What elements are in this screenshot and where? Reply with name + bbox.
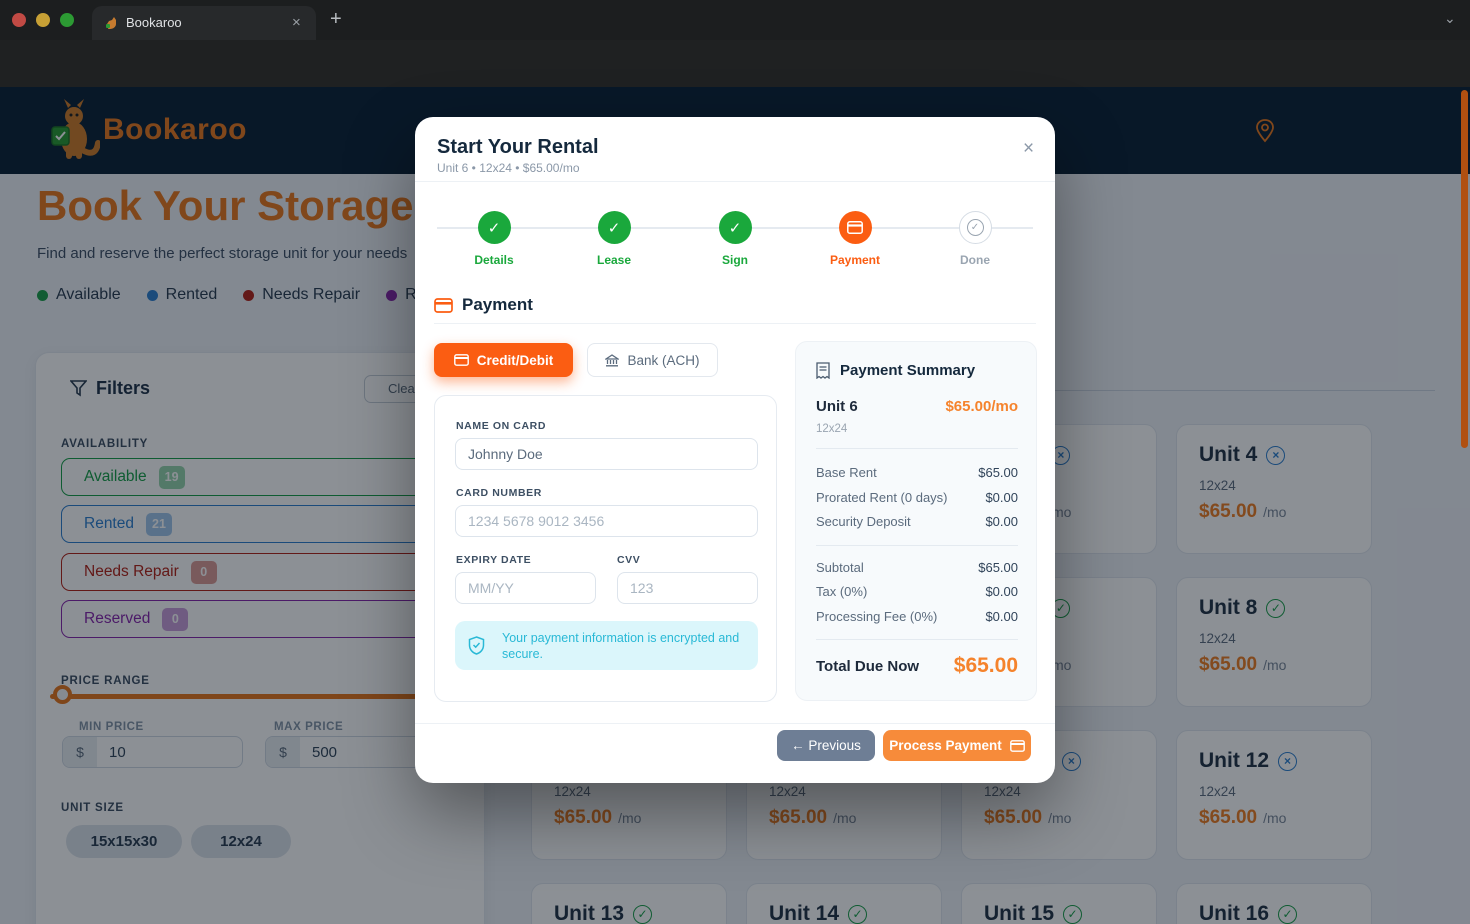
step-details[interactable]: ✓ Details bbox=[449, 211, 539, 267]
summary-row: Subtotal $65.00 bbox=[816, 560, 1018, 575]
summary-row-value: $0.00 bbox=[985, 490, 1018, 505]
receipt-icon bbox=[816, 362, 830, 379]
summary-total-row: Total Due Now $65.00 bbox=[816, 654, 1018, 678]
summary-row-label: Tax (0%) bbox=[816, 584, 868, 599]
credit-card-icon bbox=[434, 297, 453, 313]
expiry-date-label: EXPIRY DATE bbox=[456, 554, 532, 566]
page-scrollbar[interactable] bbox=[1461, 90, 1468, 448]
new-tab-button[interactable]: + bbox=[330, 8, 342, 31]
tab-title: Bookaroo bbox=[126, 15, 182, 30]
summary-row-value: $0.00 bbox=[985, 584, 1018, 599]
summary-row-value: $65.00 bbox=[978, 465, 1018, 480]
pending-check-icon: ✓ bbox=[958, 211, 992, 244]
summary-row-value: $0.00 bbox=[985, 609, 1018, 624]
window-close-button[interactable] bbox=[12, 13, 26, 27]
previous-button[interactable]: ← Previous bbox=[777, 730, 875, 761]
summary-unit-rate: $65.00/mo bbox=[945, 398, 1018, 415]
browser-tabstrip: Bookaroo × + ⌄ bbox=[0, 0, 1470, 40]
method-label: Credit/Debit bbox=[476, 352, 554, 368]
summary-unit-row: Unit 6 $65.00/mo bbox=[816, 398, 1018, 415]
total-due-value: $65.00 bbox=[953, 654, 1018, 677]
card-form: NAME ON CARD CARD NUMBER EXPIRY DATE CVV… bbox=[434, 395, 777, 702]
cvv-input[interactable] bbox=[617, 572, 758, 604]
expiry-date-input[interactable] bbox=[455, 572, 596, 604]
tab-close-icon[interactable]: × bbox=[292, 14, 301, 31]
divider bbox=[816, 448, 1018, 449]
summary-unit-size: 12x24 bbox=[816, 423, 848, 435]
payment-section-title: Payment bbox=[462, 295, 533, 314]
tab-favicon-kangaroo bbox=[106, 17, 116, 29]
method-credit-debit-button[interactable]: Credit/Debit bbox=[434, 343, 573, 377]
step-check-icon: ✓ bbox=[718, 211, 752, 244]
cvv-label: CVV bbox=[617, 554, 641, 566]
summary-row-value: $0.00 bbox=[985, 514, 1018, 529]
window-minimize-button[interactable] bbox=[36, 13, 50, 27]
divider bbox=[816, 639, 1018, 640]
step-label: Lease bbox=[596, 253, 632, 267]
credit-card-icon bbox=[1009, 739, 1025, 752]
summary-row-value: $65.00 bbox=[978, 560, 1018, 575]
secure-note: Your payment information is encrypted an… bbox=[455, 621, 758, 670]
payment-summary-panel: Payment Summary Unit 6 $65.00/mo 12x24 B… bbox=[795, 341, 1037, 701]
step-label: Payment bbox=[829, 253, 881, 267]
modal-title: Start Your Rental bbox=[437, 136, 599, 158]
payment-summary-heading: Payment Summary bbox=[816, 362, 975, 379]
summary-row-label: Base Rent bbox=[816, 465, 877, 480]
summary-row-label: Security Deposit bbox=[816, 514, 911, 529]
step-label: Details bbox=[474, 253, 514, 267]
divider bbox=[415, 723, 1055, 724]
step-check-icon: ✓ bbox=[597, 211, 631, 244]
step-done[interactable]: ✓ Done bbox=[930, 211, 1020, 267]
browser-toolbar: ← → ↻ ⓘ ☆ F ⋮ bbox=[0, 40, 1470, 121]
step-label: Sign bbox=[722, 253, 748, 267]
summary-row-label: Subtotal bbox=[816, 560, 864, 575]
step-check-icon: ✓ bbox=[477, 211, 511, 244]
divider bbox=[816, 545, 1018, 546]
summary-row: Processing Fee (0%) $0.00 bbox=[816, 609, 1018, 624]
summary-row: Base Rent $65.00 bbox=[816, 465, 1018, 480]
tab-search-chevron-icon[interactable]: ⌄ bbox=[1444, 10, 1456, 27]
screen: Bookaroo × + ⌄ ← → ↻ ⓘ ☆ F ⋮ bbox=[0, 0, 1470, 924]
step-payment[interactable]: Payment bbox=[810, 211, 900, 267]
payment-summary-title: Payment Summary bbox=[840, 362, 976, 379]
step-lease[interactable]: ✓ Lease bbox=[569, 211, 659, 267]
modal-subtitle: Unit 6 • 12x24 • $65.00/mo bbox=[437, 161, 580, 175]
step-sign[interactable]: ✓ Sign bbox=[690, 211, 780, 267]
bank-icon bbox=[605, 353, 620, 366]
summary-row: Security Deposit $0.00 bbox=[816, 514, 1018, 529]
summary-row-label: Prorated Rent (0 days) bbox=[816, 490, 948, 505]
window-maximize-button[interactable] bbox=[60, 13, 74, 27]
summary-row: Tax (0%) $0.00 bbox=[816, 584, 1018, 599]
previous-label: ← Previous bbox=[791, 738, 861, 753]
divider bbox=[434, 323, 1036, 324]
total-due-label: Total Due Now bbox=[816, 657, 920, 675]
card-number-label: CARD NUMBER bbox=[456, 487, 542, 499]
step-label: Done bbox=[960, 253, 990, 267]
method-bank-ach-button[interactable]: Bank (ACH) bbox=[587, 343, 718, 377]
process-payment-button[interactable]: Process Payment bbox=[883, 730, 1031, 761]
divider bbox=[415, 181, 1055, 182]
name-on-card-input[interactable] bbox=[455, 438, 758, 470]
card-number-input[interactable] bbox=[455, 505, 758, 537]
process-payment-label: Process Payment bbox=[889, 738, 1002, 753]
secure-note-text: Your payment information is encrypted an… bbox=[502, 631, 740, 661]
summary-row-label: Processing Fee (0%) bbox=[816, 609, 938, 624]
start-rental-modal: Start Your Rental Unit 6 • 12x24 • $65.0… bbox=[415, 117, 1055, 783]
credit-card-icon bbox=[453, 354, 469, 366]
summary-unit-name: Unit 6 bbox=[816, 398, 858, 415]
name-on-card-label: NAME ON CARD bbox=[456, 420, 547, 432]
summary-row: Prorated Rent (0 days) $0.00 bbox=[816, 490, 1018, 505]
shield-check-icon bbox=[468, 636, 485, 655]
payment-section-heading: Payment bbox=[434, 295, 533, 315]
modal-close-icon[interactable]: × bbox=[1023, 138, 1034, 160]
credit-card-icon bbox=[838, 211, 872, 244]
method-label: Bank (ACH) bbox=[627, 352, 700, 368]
browser-tab[interactable]: Bookaroo × bbox=[92, 6, 316, 40]
